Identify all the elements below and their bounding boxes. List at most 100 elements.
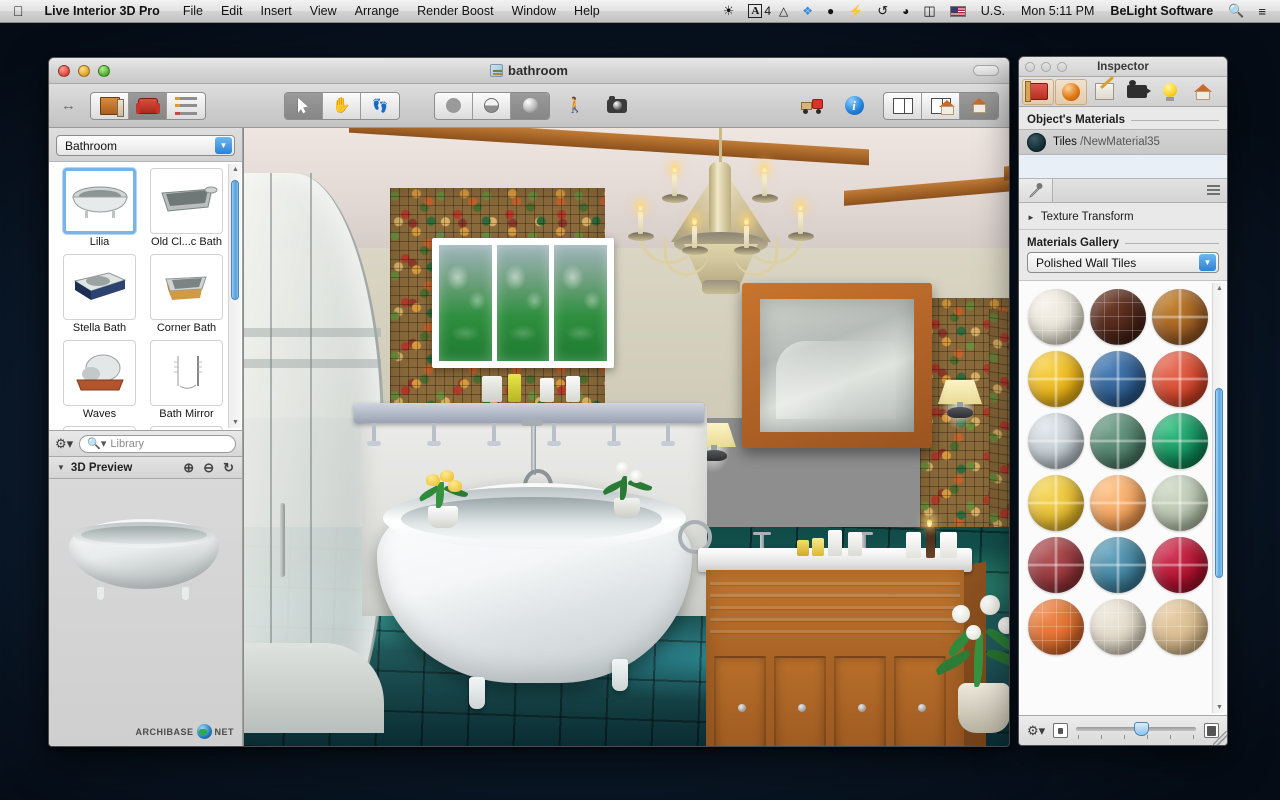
tab-edit[interactable]: [1088, 79, 1120, 105]
split-view-button[interactable]: [922, 92, 960, 119]
tab-object[interactable]: [1022, 78, 1054, 105]
material-swatch-wood-brown-tile[interactable]: [1152, 289, 1208, 345]
material-swatch-steel-blue-tile[interactable]: [1090, 537, 1146, 593]
triangle-up-icon[interactable]: ▲: [232, 166, 239, 173]
apple-menu-icon[interactable]: : [0, 4, 36, 18]
menu-arrange[interactable]: Arrange: [346, 0, 408, 23]
library-category-popup[interactable]: Bathroom ▼: [56, 135, 235, 156]
tab-materials[interactable]: [1055, 78, 1087, 105]
flat-render-button[interactable]: [435, 92, 473, 119]
building-mode-button[interactable]: [91, 92, 129, 119]
tab-camera[interactable]: [1121, 79, 1153, 105]
library-item-corner-bath[interactable]: Corner Bath: [144, 254, 229, 338]
resize-corner[interactable]: [1213, 731, 1227, 745]
gear-icon[interactable]: ⚙▾: [1027, 723, 1045, 739]
list-mode-button[interactable]: [167, 93, 205, 119]
material-swatch-crimson-tile[interactable]: [1152, 537, 1208, 593]
material-options-field[interactable]: [1053, 179, 1227, 202]
dropbox-icon[interactable]: ❖: [795, 0, 820, 23]
slider-knob[interactable]: [1133, 721, 1149, 736]
material-swatch-beige-grid-tile[interactable]: [1090, 599, 1146, 655]
rotate-icon[interactable]: ↻: [223, 460, 234, 476]
flag-icon[interactable]: [943, 0, 973, 23]
window-titlebar[interactable]: bathroom: [49, 58, 1009, 84]
material-list-empty-row[interactable]: [1019, 155, 1227, 179]
triangle-down-icon[interactable]: ▼: [232, 419, 239, 426]
library-item-stella-bath[interactable]: Stella Bath: [57, 254, 142, 338]
material-swatch-peach-orange-tile[interactable]: [1090, 475, 1146, 531]
adobe-icon[interactable]: A 4: [741, 0, 772, 23]
toolbar-toggle-button[interactable]: [973, 65, 999, 76]
material-swatch-sage-green-tile[interactable]: [1090, 413, 1146, 469]
material-swatch-white-grid-tile[interactable]: [1028, 289, 1084, 345]
triangle-down-icon[interactable]: ▼: [1216, 704, 1223, 711]
menu-render-boost[interactable]: Render Boost: [408, 0, 502, 23]
menu-insert[interactable]: Insert: [252, 0, 301, 23]
info-button[interactable]: i: [837, 92, 871, 120]
material-swatch-dark-brown-tile[interactable]: [1090, 289, 1146, 345]
wifi-icon[interactable]: ◕: [895, 0, 916, 23]
gear-icon[interactable]: ⚙▾: [55, 436, 73, 452]
shaded-render-button[interactable]: [473, 92, 511, 119]
preview-area[interactable]: ARCHIBASE NET: [49, 479, 242, 746]
small-thumbnail-icon[interactable]: [1053, 723, 1069, 738]
zoom-out-icon[interactable]: ⊖: [203, 460, 214, 476]
library-scrollbar[interactable]: ▲ ▼: [228, 164, 241, 428]
3d-viewport[interactable]: [243, 128, 1009, 746]
gallery-scrollbar[interactable]: ▲ ▼: [1212, 283, 1225, 713]
material-swatch-maroon-tile[interactable]: [1028, 537, 1084, 593]
clock[interactable]: Mon 5:11 PM: [1013, 0, 1102, 23]
time-machine-icon[interactable]: ↺: [870, 0, 895, 23]
texture-transform-row[interactable]: ► Texture Transform: [1019, 203, 1227, 230]
material-swatch-red-orange-tile[interactable]: [1152, 351, 1208, 407]
realistic-render-button[interactable]: [511, 92, 549, 119]
search-icon[interactable]: 🔍: [1221, 0, 1251, 23]
material-swatch-pale-green-tile[interactable]: [1152, 475, 1208, 531]
dropbox-check-icon[interactable]: ☀: [716, 0, 742, 23]
library-item-old-classic-bath[interactable]: Old Cl...c Bath: [144, 168, 229, 252]
library-item-lilia[interactable]: Lilia: [57, 168, 142, 252]
tab-light[interactable]: [1154, 79, 1186, 105]
menu-window[interactable]: Window: [503, 0, 565, 23]
thumbnail-size-slider[interactable]: [1076, 721, 1196, 740]
library-item-bath-mirror[interactable]: Bath Mirror: [144, 340, 229, 424]
scrollbar-thumb[interactable]: [231, 180, 239, 300]
material-swatch-amber-tile[interactable]: [1028, 475, 1084, 531]
battery-icon[interactable]: ◫: [916, 0, 942, 23]
furniture-mode-button[interactable]: [129, 92, 167, 119]
library-item-shower-classic[interactable]: Show...Classic: [144, 426, 229, 430]
material-swatch-tan-grid-tile[interactable]: [1152, 599, 1208, 655]
preview-header[interactable]: ▼ 3D Preview ⊕ ⊖ ↻: [49, 456, 242, 479]
google-drive-icon[interactable]: △: [772, 0, 795, 23]
walkthrough-button[interactable]: 🚶: [558, 92, 592, 120]
material-swatch-emerald-green-tile[interactable]: [1152, 413, 1208, 469]
library-item-shower-curtain[interactable]: Shower Curtain: [57, 426, 142, 430]
eyedropper-icon[interactable]: [1019, 179, 1053, 202]
pan-tool-button[interactable]: ✋: [323, 92, 361, 119]
hamburger-menu-icon[interactable]: [1207, 184, 1220, 197]
material-list-item[interactable]: Tiles /NewMaterial35: [1019, 129, 1227, 155]
tab-site[interactable]: [1187, 79, 1219, 105]
menu-app-name[interactable]: Live Interior 3D Pro: [36, 0, 174, 23]
menu-file[interactable]: File: [174, 0, 212, 23]
inspector-titlebar[interactable]: Inspector: [1019, 57, 1227, 77]
navigation-arrows-icon[interactable]: ↔: [59, 97, 82, 114]
material-swatch-navy-blue-tile[interactable]: [1090, 351, 1146, 407]
menu-view[interactable]: View: [301, 0, 346, 23]
zoom-in-icon[interactable]: ⊕: [183, 460, 194, 476]
triangle-up-icon[interactable]: ▲: [1216, 285, 1223, 292]
3d-view-button[interactable]: [960, 92, 998, 119]
select-tool-button[interactable]: [285, 92, 323, 119]
plan-view-button[interactable]: [884, 92, 922, 119]
notification-center-icon[interactable]: ≡: [1251, 0, 1273, 23]
material-swatch-terracotta-tile[interactable]: [1028, 599, 1084, 655]
flash-icon[interactable]: ⚡: [841, 0, 870, 23]
search-input[interactable]: 🔍▾ Library: [79, 434, 236, 453]
export-button[interactable]: [795, 92, 829, 120]
droplet-icon[interactable]: ●: [820, 0, 841, 23]
menu-edit[interactable]: Edit: [212, 0, 252, 23]
footsteps-tool-button[interactable]: 👣: [361, 93, 399, 119]
triangle-right-icon[interactable]: ►: [1027, 213, 1035, 222]
menu-help[interactable]: Help: [565, 0, 609, 23]
scrollbar-thumb[interactable]: [1215, 388, 1223, 578]
